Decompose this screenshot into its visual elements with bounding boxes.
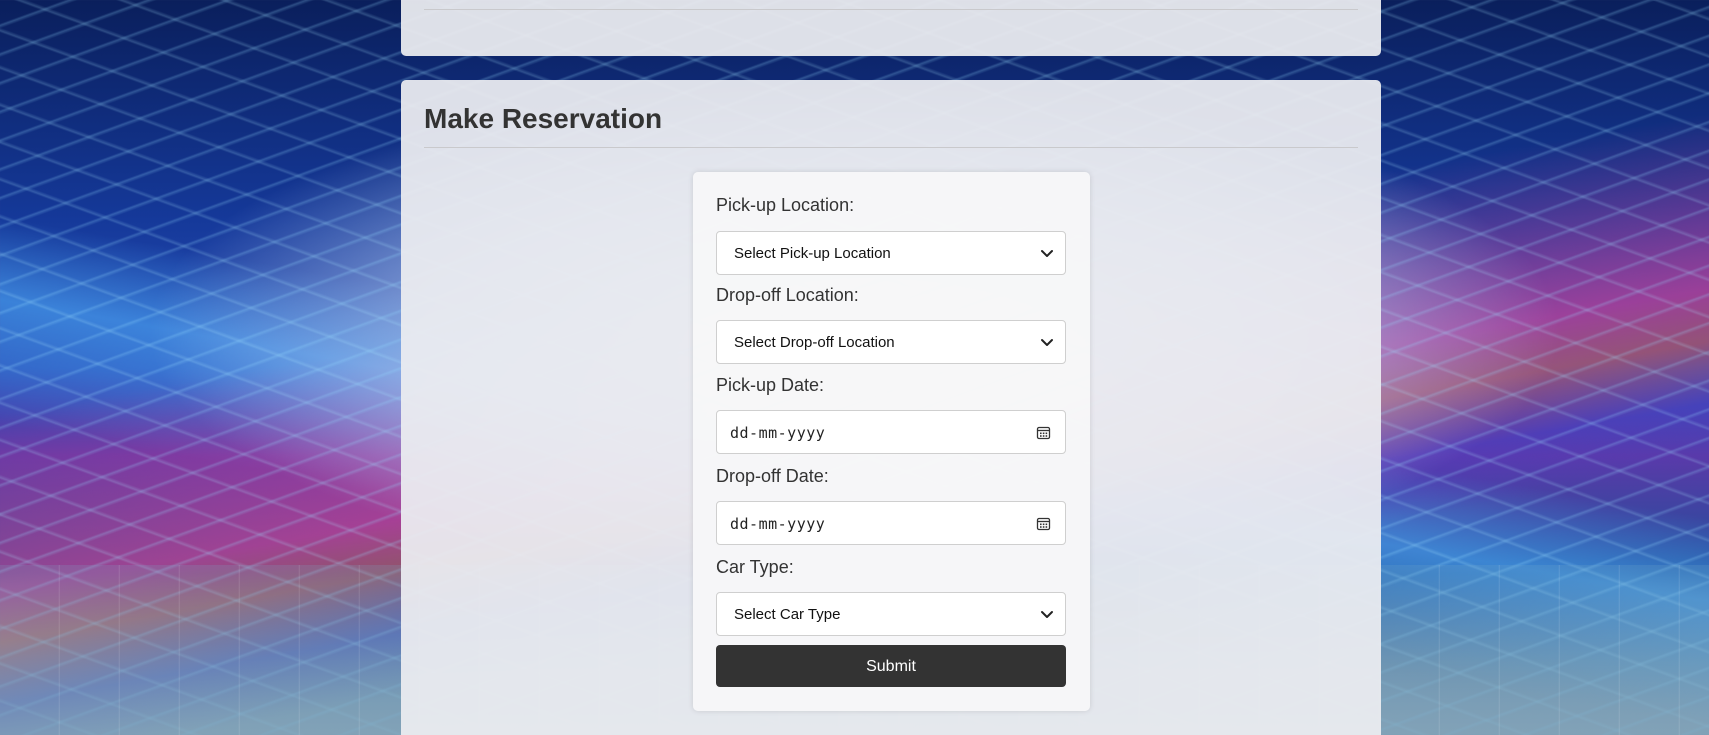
section-title: Make Reservation [424, 103, 663, 134]
reservation-form: Pick-up Location: Select Pick-up Locatio… [693, 172, 1090, 711]
dropoff-location-label: Drop-off Location: [716, 285, 859, 305]
dropoff-location-selected: Select Drop-off Location [734, 334, 895, 351]
pickup-date-placeholder: dd-mm-yyyy [730, 424, 826, 442]
dropoff-date-placeholder: dd-mm-yyyy [730, 515, 826, 533]
dropoff-date-input[interactable]: dd-mm-yyyy [716, 501, 1066, 545]
pickup-location-selected: Select Pick-up Location [734, 245, 891, 262]
previous-section-panel [401, 0, 1381, 56]
reservation-section: Make Reservation Pick-up Location: Selec… [401, 80, 1381, 735]
dropoff-location-select[interactable]: Select Drop-off Location [716, 320, 1066, 364]
pickup-location-select[interactable]: Select Pick-up Location [716, 231, 1066, 275]
car-type-label: Car Type: [716, 557, 794, 577]
chevron-down-icon [1041, 339, 1053, 346]
chevron-down-icon [1041, 250, 1053, 257]
calendar-icon[interactable] [1036, 516, 1051, 531]
section-divider [424, 147, 1358, 148]
submit-button[interactable]: Submit [716, 645, 1066, 687]
pickup-date-input[interactable]: dd-mm-yyyy [716, 410, 1066, 454]
car-type-selected: Select Car Type [734, 606, 841, 623]
dropoff-date-label: Drop-off Date: [716, 466, 829, 486]
car-type-select[interactable]: Select Car Type [716, 592, 1066, 636]
pickup-location-label: Pick-up Location: [716, 195, 855, 215]
pickup-date-label: Pick-up Date: [716, 375, 825, 395]
section-divider [424, 9, 1358, 10]
chevron-down-icon [1041, 611, 1053, 618]
calendar-icon[interactable] [1036, 425, 1051, 440]
